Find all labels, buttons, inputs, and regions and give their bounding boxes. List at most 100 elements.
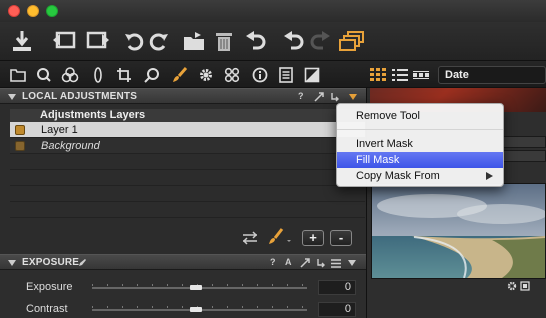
layer-settings-icon[interactable] [242,231,258,245]
info-icon [252,67,268,83]
tab-metadata[interactable] [222,65,242,85]
list-icon [279,67,293,83]
empty-row [10,154,365,170]
layers-header: Adjustments Layers [10,109,365,122]
tab-info[interactable] [250,65,270,85]
next-button[interactable] [84,27,112,55]
panel-title: EXPOSURE [22,257,80,268]
list-view-icon [392,69,408,81]
exposure-label: Exposure [26,281,73,293]
remove-layer-button[interactable]: - [330,230,352,246]
brush-icon [269,228,291,244]
color-icon [61,67,79,83]
previous-button[interactable] [50,27,78,55]
layer-label: Background [41,140,100,152]
layer-label: Layer 1 [41,124,78,136]
menu-item-invert-mask[interactable]: Invert Mask [337,136,503,152]
grid-view-button[interactable] [368,65,388,85]
brush-tool-button[interactable] [266,228,294,246]
auto-adjust-icon[interactable]: A [285,257,292,267]
menu-item-label: Copy Mask From [356,170,440,182]
exposure-header[interactable]: EXPOSURE ? A [0,254,366,270]
reset-button[interactable] [280,27,308,55]
copy-icon[interactable] [316,258,326,268]
zoom-window-button[interactable] [46,5,58,17]
import-icon [13,31,31,51]
tab-details[interactable] [142,65,162,85]
expand-icon[interactable] [300,258,310,268]
menu-separator [337,129,503,130]
beach-photo [372,184,545,278]
next-icon [86,31,109,49]
gear-icon[interactable] [507,281,517,291]
exposure-slider-knob[interactable] [190,285,202,290]
menu-item-copy-mask-from[interactable]: Copy Mask From [337,168,503,184]
stack-icon[interactable] [520,281,530,291]
menu-item-fill-mask[interactable]: Fill Mask [337,152,503,168]
tab-color[interactable] [60,65,80,85]
tab-batch[interactable] [276,65,296,85]
move-to-folder-button[interactable] [180,27,208,55]
sort-field[interactable]: Date [438,66,546,84]
exposure-value[interactable]: 0 [318,280,356,295]
menu-item-remove-tool[interactable]: Remove Tool [337,108,503,124]
pencil-icon [79,259,86,266]
variants-button[interactable] [338,27,366,55]
move-to-folder-icon [184,32,204,50]
redo-icon [310,31,330,50]
panel-title: LOCAL ADJUSTMENTS [22,91,138,102]
grid-view-icon [370,68,386,81]
layer-checkbox[interactable] [15,141,25,151]
thumbnail-image-selected[interactable] [371,183,546,279]
tab-composition[interactable] [114,65,134,85]
tab-capture[interactable] [34,65,54,85]
filmstrip-view-icon [413,71,429,79]
tab-local-adjustments[interactable] [170,65,190,85]
undo-button[interactable] [242,27,270,55]
redo-button[interactable] [306,27,334,55]
contrast-icon [304,67,320,83]
tab-library[interactable] [8,65,28,85]
help-icon[interactable]: ? [270,257,276,267]
layer-checkbox[interactable] [15,125,25,135]
menu-icon[interactable] [348,260,356,266]
rotate-left-icon [125,33,144,51]
tool-tabs-bar: Date [0,60,546,88]
search-icon [37,68,51,82]
context-menu: Remove Tool Invert Mask Fill Mask Copy M… [336,103,504,187]
menu-icon[interactable] [349,94,357,100]
contrast-label: Contrast [26,303,68,315]
contrast-value[interactable]: 0 [318,302,356,317]
list-view-button[interactable] [390,65,410,85]
lens-icon [94,67,102,83]
copy-icon[interactable] [330,92,340,102]
browser-bar [503,150,546,162]
expand-icon[interactable] [314,92,324,102]
minimize-window-button[interactable] [27,5,39,17]
collapse-icon[interactable] [8,260,16,266]
filmstrip-view-button[interactable] [411,65,431,85]
collapse-icon[interactable] [8,94,16,100]
close-window-button[interactable] [8,5,20,17]
tab-lens[interactable] [88,65,108,85]
add-layer-button[interactable]: + [302,230,324,246]
trash-button[interactable] [210,27,238,55]
layer-row-background[interactable]: Background [10,138,365,154]
variants-icon [339,31,364,51]
rotate-right-button[interactable] [145,27,173,55]
tab-output[interactable] [302,65,322,85]
reset-icon [284,31,304,50]
zoom-icon [144,68,159,83]
tab-adjustments[interactable] [196,65,216,85]
local-adjustments-header[interactable]: LOCAL ADJUSTMENTS ? [0,88,366,104]
metadata-icon [224,67,240,83]
trash-icon [216,33,232,51]
import-button[interactable] [8,27,36,55]
contrast-slider-knob[interactable] [190,307,202,312]
rotate-left-button[interactable] [120,27,148,55]
presets-icon[interactable] [331,259,341,268]
help-icon[interactable]: ? [298,91,304,101]
layer-row-1[interactable]: Layer 1 [10,122,365,138]
empty-row [10,170,365,186]
main-toolbar [0,22,546,60]
